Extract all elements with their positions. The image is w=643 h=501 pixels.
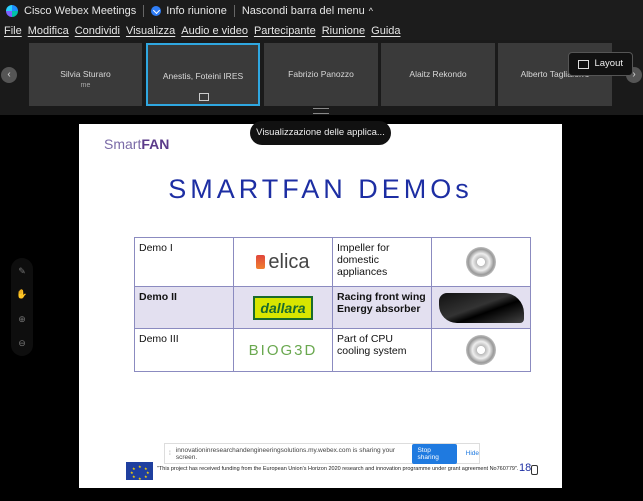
menu-view[interactable]: Visualizza: [126, 25, 175, 37]
app-title: Cisco Webex Meetings: [24, 5, 137, 17]
logo-cell: dallara: [233, 286, 333, 329]
zoom-in-icon[interactable]: ⊕: [11, 314, 33, 325]
webex-logo-icon: [6, 5, 18, 17]
shared-slide: SmartFAN SMARTFAN DEMOs Demo I elica Imp…: [79, 124, 562, 488]
menu-bar: File Modifica Condividi Visualizza Audio…: [0, 22, 643, 40]
zoom-out-icon[interactable]: ⊖: [11, 338, 33, 349]
table-row: Demo I elica Impeller for domestic applian…: [134, 237, 531, 287]
shield-check-icon[interactable]: [151, 6, 162, 16]
sharing-notification: ⁞ innovationinresearchandengineeringsolu…: [164, 443, 480, 464]
strip-prev-button[interactable]: ‹: [1, 67, 17, 83]
meeting-info-link[interactable]: Info riunione: [166, 5, 227, 17]
mouse-cursor-icon: [531, 465, 538, 475]
annotation-toolbar: ✎ ✋ ⊕ ⊖: [11, 258, 33, 356]
strip-resize-handle[interactable]: [313, 108, 329, 114]
dallara-logo: dallara: [253, 295, 313, 320]
table-row: Demo II dallara Racing front wing Energy …: [134, 286, 531, 329]
title-bar: Cisco Webex Meetings Info riunione Nasco…: [0, 0, 643, 22]
table-row: Demo III BIOG3D Part of CPU cooling syste…: [134, 328, 531, 372]
image-cell: [431, 237, 531, 287]
participant-tile[interactable]: Silvia Sturaro me: [29, 43, 142, 106]
participant-tile[interactable]: Alaitz Rekondo: [381, 43, 495, 106]
screen-share-icon: [199, 93, 209, 101]
front-wing-image: [438, 292, 524, 323]
menu-share[interactable]: Condividi: [75, 25, 120, 37]
impeller-image: [466, 247, 496, 277]
title-separator: [143, 5, 145, 17]
slide-page-number: 18: [519, 462, 532, 474]
stop-sharing-button[interactable]: Stop sharing: [411, 443, 457, 464]
participant-strip: Silvia Sturaro me Anestis, Foteini IRES …: [0, 40, 643, 115]
title-separator: [233, 5, 235, 17]
image-cell: [431, 286, 531, 329]
layout-grid-icon: [578, 59, 590, 69]
participant-sub: me: [80, 82, 91, 89]
demo-cell: Demo I: [134, 237, 234, 287]
layout-button[interactable]: Layout: [568, 52, 633, 76]
view-mode-pill[interactable]: Visualizzazione delle applica...: [250, 121, 391, 145]
participant-name: Silvia Sturaro: [60, 69, 111, 79]
sharing-text: innovationinresearchandengineeringsoluti…: [175, 446, 396, 461]
pointer-icon[interactable]: ✎: [11, 266, 33, 277]
demo-cell: Demo III: [134, 328, 234, 372]
participant-name: Fabrizio Panozzo: [288, 69, 354, 79]
cpu-fan-image: [466, 335, 496, 365]
demo-cell: Demo II: [134, 286, 234, 329]
participant-name: Anestis, Foteini IRES: [162, 71, 244, 81]
hide-menu-button[interactable]: Nascondi barra del menu: [242, 5, 365, 17]
layout-label: Layout: [594, 58, 623, 69]
elica-logo: elica: [256, 251, 310, 273]
desc-cell: Part of CPU cooling system: [332, 328, 432, 372]
smartfan-logo: SmartFAN: [104, 136, 170, 152]
biog3d-logo: BIOG3D: [248, 341, 318, 359]
image-cell: [431, 328, 531, 372]
eu-flag-icon: ★ ★ ★ ★ ★ ★ ★ ★: [126, 462, 153, 481]
hide-link[interactable]: Hide: [466, 450, 479, 457]
menu-help[interactable]: Guida: [371, 25, 400, 37]
menu-audio-video[interactable]: Audio e video: [181, 25, 248, 37]
menu-edit[interactable]: Modifica: [28, 25, 69, 37]
funding-notice: "This project has received funding from …: [157, 466, 519, 472]
participant-tile[interactable]: Fabrizio Panozzo: [264, 43, 378, 106]
logo-cell: BIOG3D: [233, 328, 333, 372]
participant-name: Alaitz Rekondo: [409, 69, 467, 79]
demo-table: Demo I elica Impeller for domestic applian…: [134, 237, 531, 372]
desc-cell: Racing front wing Energy absorber: [332, 286, 432, 329]
participant-tile-active[interactable]: Anestis, Foteini IRES: [146, 43, 260, 106]
desc-cell: Impeller for domestic appliances: [332, 237, 432, 287]
pan-icon[interactable]: ✋: [11, 289, 33, 300]
drag-handle-icon[interactable]: ⁞: [169, 450, 171, 457]
menu-file[interactable]: File: [4, 25, 22, 37]
slide-title: SMARTFAN DEMOs: [168, 174, 473, 204]
logo-cell: elica: [233, 237, 333, 287]
menu-participant[interactable]: Partecipante: [254, 25, 316, 37]
chevron-up-icon[interactable]: ^: [369, 6, 373, 16]
menu-meeting[interactable]: Riunione: [322, 25, 365, 37]
